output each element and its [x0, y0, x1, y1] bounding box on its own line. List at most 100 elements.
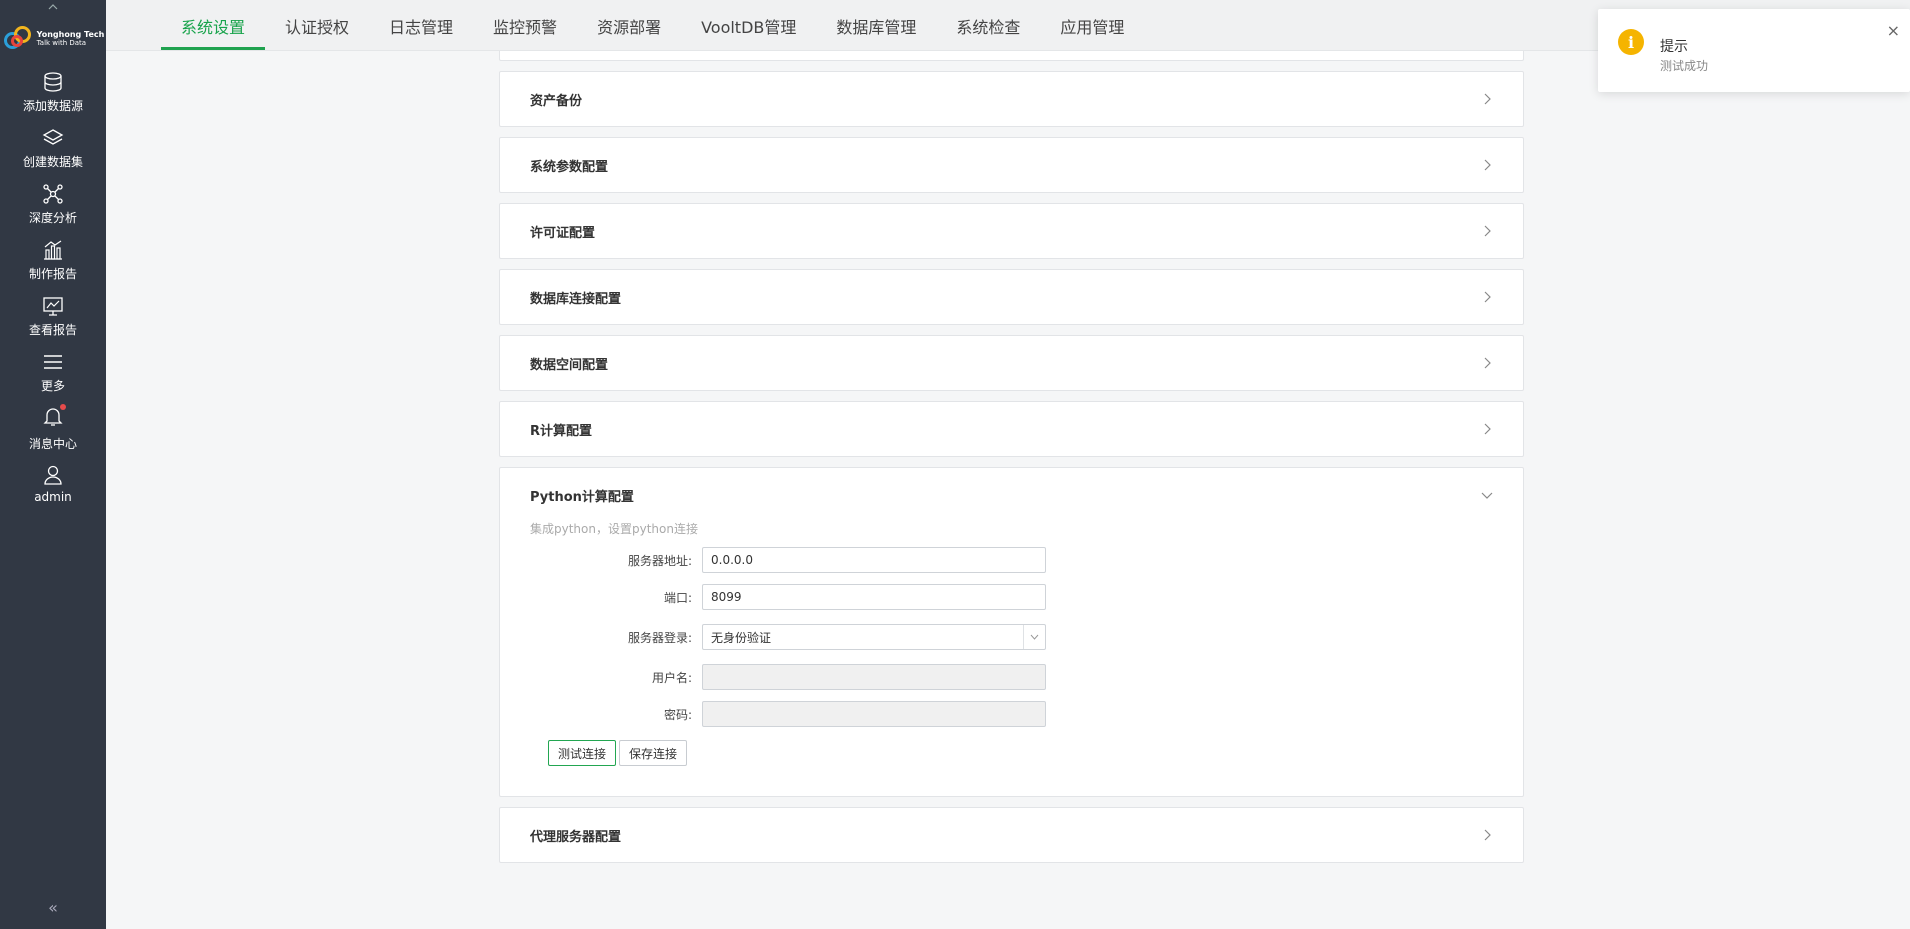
panel-description: 集成python，设置python连接 — [530, 522, 698, 536]
form-row-server-login: 服务器登录: 无身份验证 — [530, 623, 1493, 651]
panel-proxy-server[interactable]: 代理服务器配置 — [499, 807, 1524, 863]
panel-header[interactable]: 代理服务器配置 — [500, 808, 1523, 862]
server-login-label: 服务器登录: — [627, 630, 692, 645]
sidebar-item-label: 消息中心 — [28, 436, 77, 451]
panel-header[interactable]: 数据库连接配置 — [500, 270, 1523, 324]
port-label: 端口: — [663, 590, 692, 605]
chevron-down-icon — [1023, 625, 1045, 649]
sidebar-item-label: 制作报告 — [28, 266, 77, 281]
chevron-right-icon — [1484, 829, 1491, 841]
toast-notification: i 提示 测试成功 × — [1598, 9, 1910, 92]
info-warning-icon: i — [1618, 29, 1644, 55]
python-config-form: 集成python，设置python连接 服务器地址: 端口: 服务器登录: 无身… — [500, 520, 1523, 796]
form-row-password: 密码: — [530, 700, 1493, 728]
form-row-server-address: 服务器地址: — [530, 546, 1493, 574]
tab-database[interactable]: 数据库管理 — [816, 0, 936, 51]
bell-wrapper — [42, 403, 66, 431]
chevron-right-icon — [1484, 291, 1491, 303]
panel-data-space[interactable]: 数据空间配置 — [499, 335, 1524, 391]
chevron-right-icon — [1484, 357, 1491, 369]
chevron-right-icon — [1484, 225, 1491, 237]
toast-message: 测试成功 — [1660, 59, 1709, 73]
panel-title: 数据库连接配置 — [530, 291, 622, 307]
sidebar-item-label: 深度分析 — [28, 210, 77, 225]
user-icon — [44, 465, 62, 485]
sidebar-item-label: admin — [34, 490, 72, 504]
toast-title: 提示 — [1660, 39, 1688, 55]
logo: Yonghong Tech Talk with Data — [0, 14, 106, 64]
tab-monitoring[interactable]: 监控预警 — [473, 0, 577, 51]
panel-asset-backup[interactable]: 资产备份 — [499, 71, 1524, 127]
panel-header[interactable]: 系统参数配置 — [500, 138, 1523, 192]
monitor-chart-icon — [43, 296, 63, 316]
tab-resource-deploy[interactable]: 资源部署 — [577, 0, 681, 51]
username-label: 用户名: — [651, 670, 692, 685]
form-row-port: 端口: — [530, 583, 1493, 611]
port-input[interactable] — [702, 584, 1046, 610]
chevron-right-icon — [1484, 159, 1491, 171]
sidebar: Yonghong Tech Talk with Data 添加数据源 创建数据集… — [0, 0, 106, 929]
sidebar-item-message-center[interactable]: 消息中心 — [0, 400, 106, 456]
sidebar-item-label: 添加数据源 — [22, 98, 83, 113]
sidebar-item-create-dataset[interactable]: 创建数据集 — [0, 120, 106, 176]
tab-app-management[interactable]: 应用管理 — [1040, 0, 1144, 51]
sidebar-item-add-datasource[interactable]: 添加数据源 — [0, 64, 106, 120]
panel-header[interactable]: R计算配置 — [500, 402, 1523, 456]
panel-title: 资产备份 — [530, 93, 583, 109]
panel-title: 系统参数配置 — [530, 159, 609, 175]
panel-header[interactable]: Python计算配置 — [500, 468, 1523, 522]
tab-system-settings[interactable]: 系统设置 — [161, 0, 266, 51]
database-icon — [44, 71, 62, 92]
panel-header[interactable]: 许可证配置 — [500, 204, 1523, 258]
collapse-up-icon[interactable] — [0, 0, 106, 14]
password-input[interactable] — [702, 701, 1046, 727]
logo-text: Yonghong Tech Talk with Data — [36, 30, 105, 48]
form-row-username: 用户名: — [530, 663, 1493, 691]
menu-icon — [44, 354, 62, 369]
server-login-select[interactable]: 无身份验证 — [702, 624, 1046, 650]
username-input[interactable] — [702, 664, 1046, 690]
panel-stub — [499, 51, 1524, 61]
server-login-value: 无身份验证 — [711, 630, 772, 645]
sidebar-item-label: 查看报告 — [28, 322, 77, 337]
tab-vooltdb[interactable]: VooltDB管理 — [681, 0, 816, 51]
logo-tagline: Talk with Data — [36, 39, 87, 47]
panel-header[interactable]: 数据空间配置 — [500, 336, 1523, 390]
panel-python-compute: Python计算配置 集成python，设置python连接 服务器地址: 端口… — [499, 467, 1524, 797]
panel-title: R计算配置 — [530, 423, 593, 439]
tab-logs[interactable]: 日志管理 — [369, 0, 473, 51]
panel-r-compute[interactable]: R计算配置 — [499, 401, 1524, 457]
close-icon[interactable]: × — [1887, 21, 1900, 40]
panel-title: 许可证配置 — [530, 225, 596, 241]
sidebar-item-deep-analysis[interactable]: 深度分析 — [0, 176, 106, 232]
tab-auth[interactable]: 认证授权 — [265, 0, 369, 51]
panel-title: Python计算配置 — [530, 489, 634, 505]
panel-db-connection[interactable]: 数据库连接配置 — [499, 269, 1524, 325]
sidebar-item-make-report[interactable]: 制作报告 — [0, 232, 106, 288]
panel-system-params[interactable]: 系统参数配置 — [499, 137, 1524, 193]
logo-name: Yonghong Tech — [36, 30, 105, 39]
sidebar-item-label: 创建数据集 — [22, 154, 83, 169]
layers-icon — [42, 128, 64, 145]
tab-bar: 系统设置 认证授权 日志管理 监控预警 资源部署 VooltDB管理 数据库管理… — [161, 0, 1144, 51]
panel-title: 代理服务器配置 — [530, 829, 622, 845]
save-connection-button[interactable]: 保存连接 — [619, 740, 688, 766]
test-connection-button[interactable]: 测试连接 — [548, 740, 617, 766]
bar-chart-icon — [44, 240, 62, 260]
network-icon — [43, 183, 63, 204]
chevron-right-icon — [1484, 423, 1491, 435]
panel-header[interactable]: 资产备份 — [500, 72, 1523, 126]
form-buttons: 测试连接 保存连接 — [548, 740, 1493, 766]
collapse-sidebar-button[interactable]: « — [0, 898, 106, 917]
sidebar-item-more[interactable]: 更多 — [0, 344, 106, 400]
sidebar-item-view-report[interactable]: 查看报告 — [0, 288, 106, 344]
panel-license[interactable]: 许可证配置 — [499, 203, 1524, 259]
panel-title: 数据空间配置 — [530, 357, 609, 373]
sidebar-item-label: 更多 — [40, 378, 65, 393]
tab-system-check[interactable]: 系统检查 — [936, 0, 1040, 51]
notification-badge — [60, 403, 66, 410]
settings-panels: 资产备份 系统参数配置 许可证配置 数据库连接配置 数据空间配置 R计算配置 P… — [499, 51, 1524, 873]
sidebar-item-admin[interactable]: admin — [0, 456, 106, 512]
password-label: 密码: — [663, 707, 692, 722]
server-address-input[interactable] — [702, 547, 1046, 573]
